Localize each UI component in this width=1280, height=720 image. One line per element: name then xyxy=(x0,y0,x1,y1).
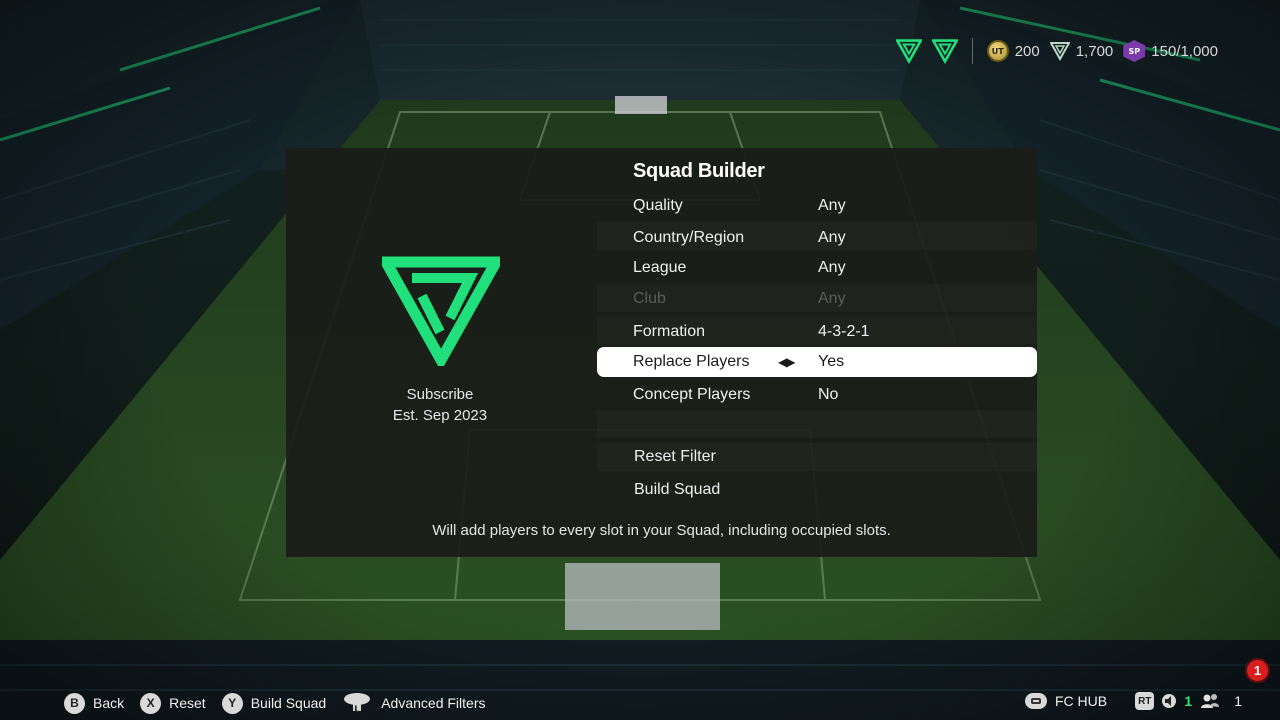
club-established: Est. Sep 2023 xyxy=(392,407,488,424)
reset-filter-button[interactable]: Reset Filter xyxy=(597,442,1037,472)
filter-row-country-region[interactable]: Country/Region Any xyxy=(597,223,1037,253)
advanced-filters-label: Advanced Filters xyxy=(381,695,486,711)
view-button-icon xyxy=(1024,693,1047,709)
notification-badge[interactable]: 1 xyxy=(1245,658,1270,683)
filter-value: Yes xyxy=(818,353,845,370)
filter-row-replace-players[interactable]: Replace Players ◀▶ Yes xyxy=(597,347,1037,377)
filter-label: Formation xyxy=(633,323,706,340)
left-stick-icon: L xyxy=(344,693,371,715)
svg-text:L: L xyxy=(354,705,360,715)
reset-label: Reset xyxy=(169,695,206,711)
y-button-icon: Y xyxy=(221,692,243,714)
controller-hints-bar: B Back X Reset Y Build Squad L Advanced … xyxy=(0,664,1280,720)
filter-row-quality[interactable]: Quality Any xyxy=(597,191,1037,221)
fc-points-icon xyxy=(1049,42,1070,61)
currency-bar: UT 200 1,700 SP 150/1,000 xyxy=(895,36,1218,66)
coins-balance: UT 200 xyxy=(986,40,1040,62)
back-label: Back xyxy=(93,695,125,711)
filter-value: Any xyxy=(818,229,846,246)
topbar-divider xyxy=(971,38,973,64)
panel-title: Squad Builder xyxy=(633,160,765,182)
back-hint[interactable]: B Back xyxy=(64,692,125,714)
action-label: Reset Filter xyxy=(634,448,716,465)
filter-row-club: Club Any xyxy=(597,284,1037,314)
advanced-filters-hint[interactable]: L Advanced Filters xyxy=(342,690,486,716)
filter-row-league[interactable]: League Any xyxy=(597,253,1037,283)
rt-button-icon: RT xyxy=(1135,692,1155,710)
action-label: Build Squad xyxy=(634,481,721,498)
party-icon xyxy=(1201,694,1220,708)
club-crest-icon xyxy=(382,256,500,366)
points-balance: 1,700 xyxy=(1049,41,1114,61)
toggle-arrows-icon[interactable]: ◀▶ xyxy=(778,355,795,369)
build-squad-button[interactable]: Build Squad xyxy=(597,475,1037,505)
row-stripe xyxy=(597,410,1037,438)
hint-text: Will add players to every slot in your S… xyxy=(432,522,891,539)
system-status: FC HUB RT 1 1 xyxy=(1024,688,1242,714)
filter-value: No xyxy=(818,386,839,403)
coin-icon: UT xyxy=(986,40,1009,62)
filter-label: Replace Players xyxy=(633,353,750,370)
fc-emblem-icon xyxy=(895,39,922,64)
club-name: Subscribe xyxy=(406,386,474,403)
squad-builder-panel: Subscribe Est. Sep 2023 Squad Builder Qu… xyxy=(286,148,1037,557)
filter-value: Any xyxy=(818,290,846,307)
speaker-icon xyxy=(1162,694,1177,708)
filter-label: Country/Region xyxy=(633,229,745,246)
filter-value: Any xyxy=(818,197,846,214)
club-info: Subscribe Est. Sep 2023 xyxy=(354,384,526,426)
coins-value: 200 xyxy=(1014,42,1040,60)
fc-hub-label[interactable]: FC HUB xyxy=(1055,693,1107,709)
build-squad-hint[interactable]: Y Build Squad xyxy=(221,692,327,714)
filter-label: Concept Players xyxy=(633,386,751,403)
filter-row-concept-players[interactable]: Concept Players No xyxy=(597,380,1037,410)
points-value: 1,700 xyxy=(1075,42,1114,60)
sp-icon: SP xyxy=(1123,40,1146,62)
sp-balance: SP 150/1,000 xyxy=(1123,40,1218,62)
filter-value: 4-3-2-1 xyxy=(818,323,870,340)
build-squad-label: Build Squad xyxy=(250,695,327,711)
filter-value: Any xyxy=(818,259,846,276)
reset-hint[interactable]: X Reset xyxy=(140,692,206,714)
filter-label: Quality xyxy=(633,197,683,214)
voice-count: 1 xyxy=(1184,693,1193,709)
fc-emblem-icon xyxy=(931,39,958,64)
button-hints: B Back X Reset Y Build Squad L Advanced … xyxy=(64,690,502,716)
party-count: 1 xyxy=(1234,693,1242,709)
x-button-icon: X xyxy=(140,692,162,714)
b-button-icon: B xyxy=(64,692,85,714)
filter-label: Club xyxy=(633,290,666,307)
filter-label: League xyxy=(633,259,687,276)
sp-value: 150/1,000 xyxy=(1151,42,1218,60)
filter-row-formation[interactable]: Formation 4-3-2-1 xyxy=(597,317,1037,347)
